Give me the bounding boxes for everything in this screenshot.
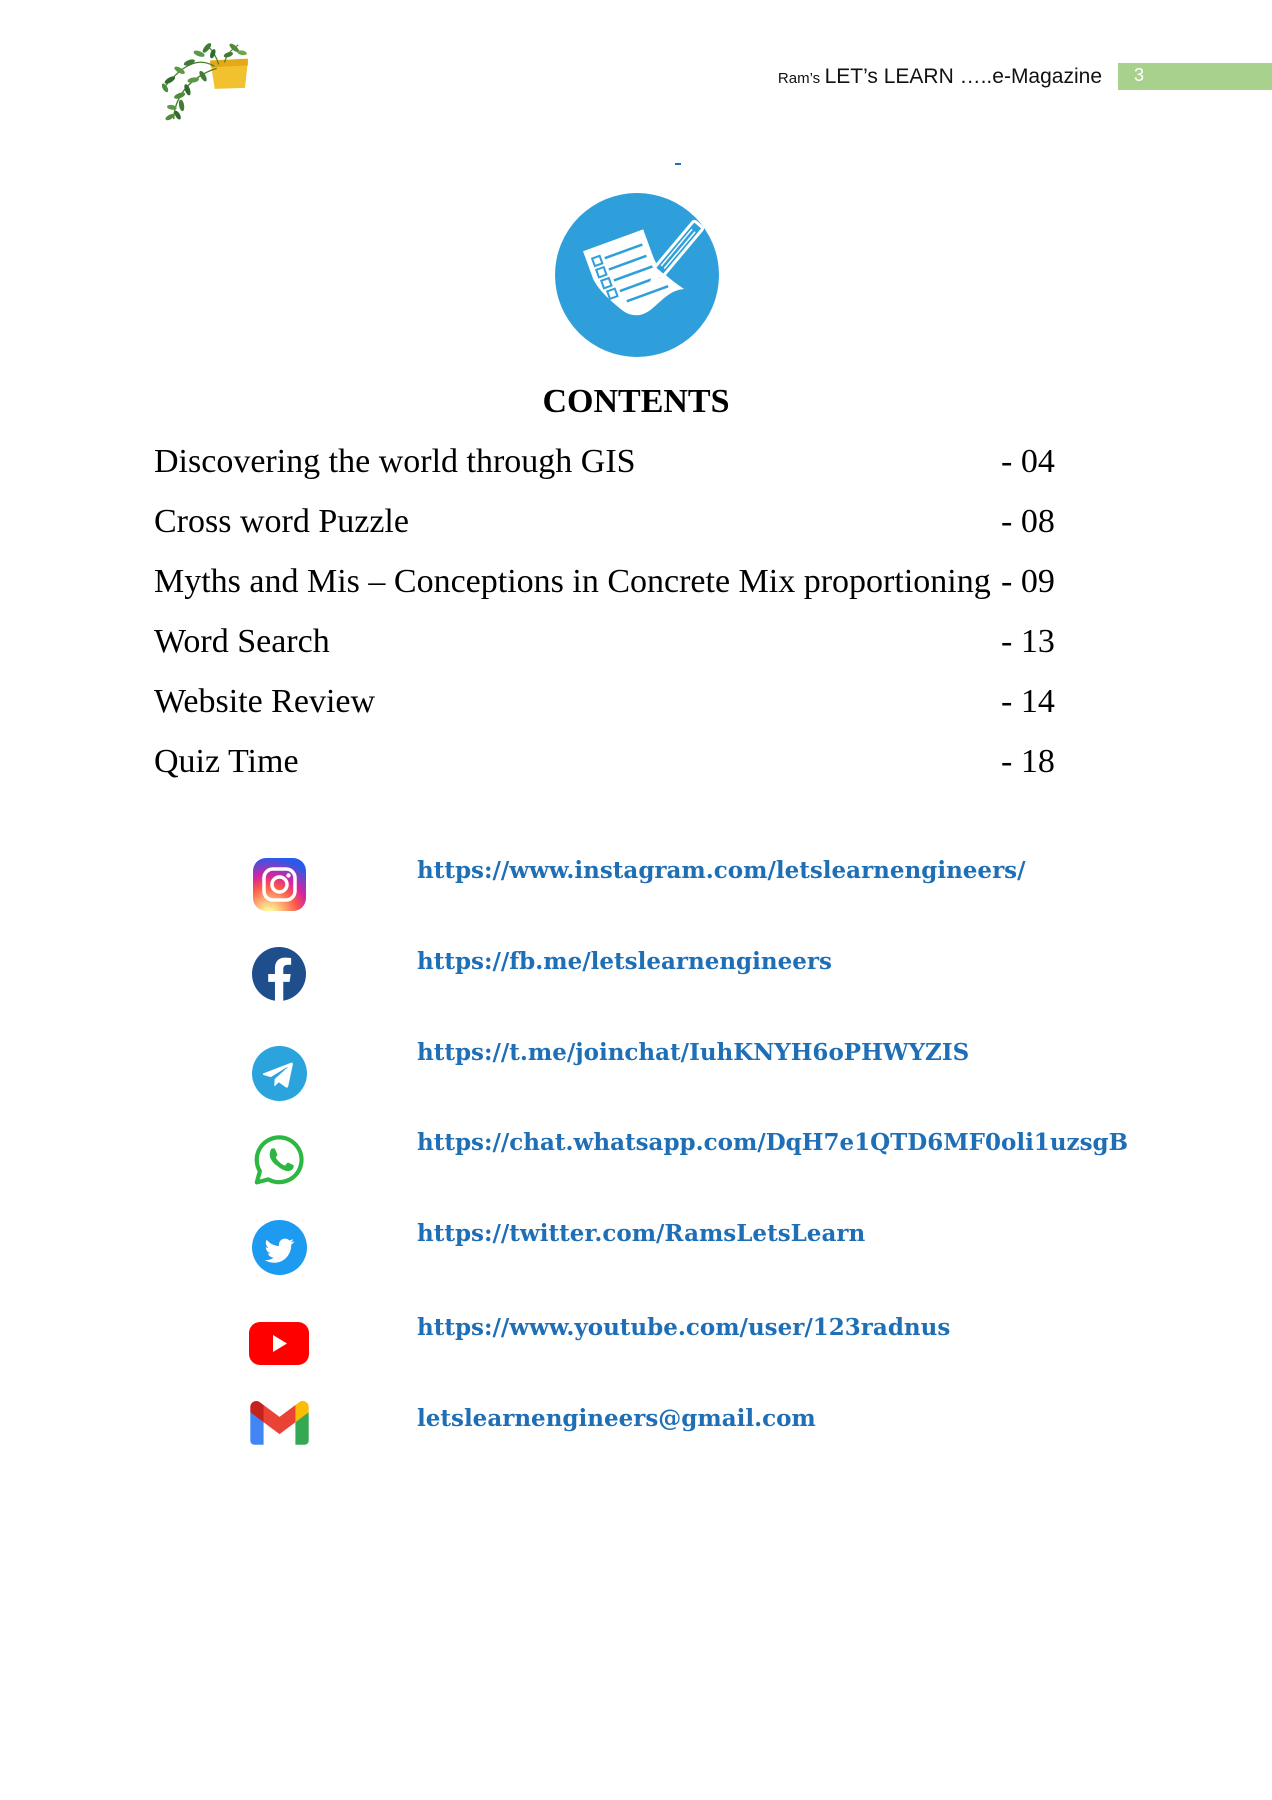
twitter-link[interactable]: https://twitter.com/RamsLetsLearn [417, 1219, 865, 1249]
toc-item: Word Search - 13 [154, 622, 1114, 662]
running-header-title: Ram’s LET’s LEARN …..e-Magazine [778, 62, 1102, 92]
toc-item-title: Cross word Puzzle [154, 503, 409, 540]
contents-heading: CONTENTS [542, 383, 730, 420]
toc-item-title: Discovering the world through GIS [154, 443, 636, 480]
toc-item-title: Word Search [154, 623, 330, 660]
toc-item-page: - 14 [1001, 683, 1055, 720]
toc-item-page: - 13 [1001, 623, 1055, 660]
instagram-icon [253, 858, 306, 911]
page-number: 3 [1134, 65, 1145, 85]
toc-item: Cross word Puzzle - 08 [154, 502, 1114, 542]
toc-item-page: - 18 [1001, 743, 1055, 780]
toc-item-title: Myths and Mis – Conceptions in Concrete … [154, 563, 991, 600]
potted-plant-logo [160, 43, 248, 121]
toc-item-page: - 04 [1001, 443, 1055, 480]
facebook-link[interactable]: https://fb.me/letslearnengineers [417, 947, 832, 977]
youtube-icon [249, 1322, 309, 1365]
facebook-icon [252, 947, 306, 1001]
gmail-icon [250, 1401, 309, 1445]
toc-item-page: - 08 [1001, 503, 1055, 540]
page-number-tab: 3 [1118, 63, 1272, 90]
header-title-main: LET’s LEARN …..e-Magazine [824, 65, 1102, 88]
whatsapp-link[interactable]: https://chat.whatsapp.com/DqH7e1QTD6MF0o… [417, 1128, 1128, 1158]
header-title-prefix: Ram’s [777, 70, 821, 87]
whatsapp-icon [251, 1132, 307, 1188]
toc-item-title: Website Review [154, 683, 376, 720]
toc-item: Discovering the world through GIS - 04 [154, 442, 1114, 482]
toc-item: Website Review - 14 [154, 682, 1114, 722]
magazine-page: Ram’s LET’s LEARN …..e-Magazine 3 CONTEN… [0, 0, 1272, 1800]
toc-item-title: Quiz Time [154, 743, 299, 780]
toc-item: Myths and Mis – Conceptions in Concrete … [154, 562, 1114, 602]
instagram-link[interactable]: https://www.instagram.com/letslearnengin… [417, 856, 1026, 886]
telegram-icon [252, 1046, 307, 1101]
twitter-icon [252, 1220, 307, 1275]
checklist-document-pen-icon [555, 193, 719, 357]
email-link[interactable]: letslearnengineers@gmail.com [417, 1404, 816, 1434]
toc-item: Quiz Time - 18 [154, 742, 1114, 782]
hyperlink-fragment [675, 163, 681, 165]
toc-item-page: - 09 [1001, 563, 1055, 600]
telegram-link[interactable]: https://t.me/joinchat/IuhKNYH6oPHWYZIS [417, 1038, 969, 1068]
youtube-link[interactable]: https://www.youtube.com/user/123radnus [417, 1313, 950, 1343]
